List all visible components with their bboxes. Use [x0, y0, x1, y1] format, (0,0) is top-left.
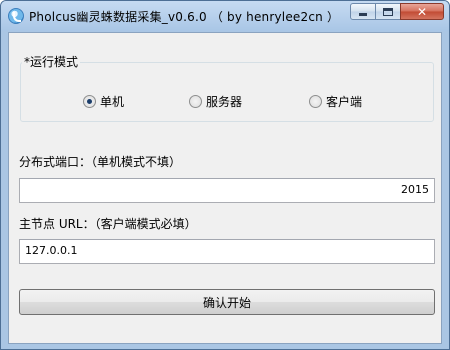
port-label: 分布式端口：（单机模式不填） — [19, 155, 182, 169]
minimize-icon — [359, 13, 367, 16]
close-button[interactable]: ✕ — [400, 3, 444, 20]
title-bar[interactable]: Pholcus幽灵蛛数据采集_v0.6.0 （ by henrylee2cn ）… — [1, 1, 449, 31]
app-window: Pholcus幽灵蛛数据采集_v0.6.0 （ by henrylee2cn ）… — [0, 0, 450, 350]
minimize-button[interactable] — [350, 3, 376, 20]
run-mode-group-label: *运行模式 — [22, 53, 81, 70]
radio-server[interactable]: 服务器 — [189, 93, 242, 110]
radio-server-label[interactable]: 服务器 — [206, 93, 242, 110]
radio-standalone-label[interactable]: 单机 — [100, 93, 124, 110]
main-panel: *运行模式 单机 服务器 客户端 分布式端口：（单机模式不填） 2015 主节点… — [8, 32, 442, 344]
maximize-button[interactable] — [375, 3, 401, 20]
app-logo-icon — [8, 8, 24, 24]
window-title: Pholcus幽灵蛛数据采集_v0.6.0 （ by henrylee2cn ） — [29, 10, 340, 24]
run-mode-group — [20, 62, 434, 122]
close-icon: ✕ — [416, 4, 428, 19]
radio-client-circle[interactable] — [309, 95, 322, 108]
confirm-start-button[interactable]: 确认开始 — [19, 289, 435, 315]
radio-standalone-circle[interactable] — [83, 95, 96, 108]
radio-client[interactable]: 客户端 — [309, 93, 362, 110]
master-url-label: 主节点 URL：（客户端模式必填） — [19, 217, 197, 231]
radio-client-label[interactable]: 客户端 — [326, 93, 362, 110]
radio-server-circle[interactable] — [189, 95, 202, 108]
master-url-input[interactable]: 127.0.0.1 — [19, 239, 435, 264]
confirm-start-label: 确认开始 — [202, 295, 251, 310]
radio-standalone[interactable]: 单机 — [83, 93, 124, 110]
maximize-icon — [383, 7, 393, 16]
port-input[interactable]: 2015 — [19, 178, 435, 203]
